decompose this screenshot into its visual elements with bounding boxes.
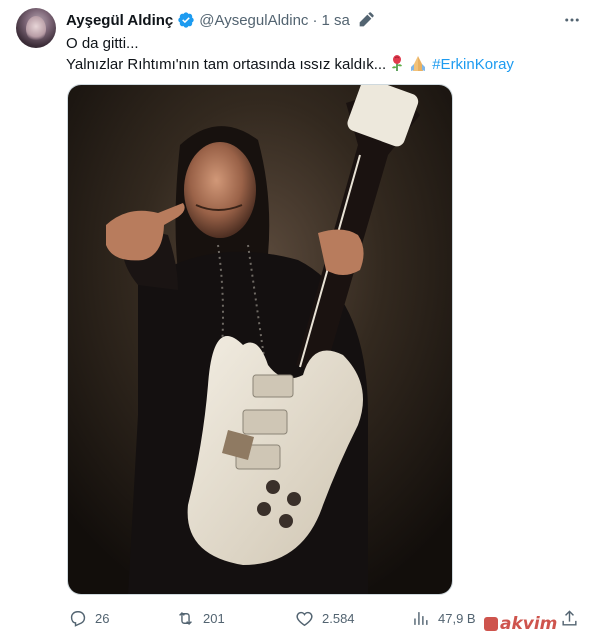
hashtag-link[interactable]: #ErkinKoray	[432, 56, 514, 73]
tweet-photo	[68, 85, 452, 594]
views-count: 47,9 B	[438, 610, 476, 626]
separator-dot: ·	[312, 11, 318, 29]
retweet-button[interactable]: 201	[176, 609, 225, 628]
source-watermark: akvim	[484, 613, 584, 635]
more-dots-icon[interactable]	[560, 10, 584, 30]
retweet-count: 201	[203, 610, 225, 626]
tweet-text-line-2: Yalnızlar Rıhtımı'nın tam ortasında ıssı…	[66, 54, 576, 75]
tweet: Ayşegül Aldinç @AysegulAldinc · 1 sa O d…	[0, 0, 589, 643]
verified-badge-icon	[178, 12, 194, 28]
edited-pencil-icon[interactable]	[358, 12, 374, 28]
heart-icon	[296, 611, 313, 626]
reply-button[interactable]: 26	[68, 609, 109, 628]
tweet-text-line-1: O da gitti...	[66, 35, 139, 52]
retweet-icon	[179, 611, 192, 625]
tweet-timestamp[interactable]: 1 sa	[321, 12, 349, 29]
tweet-text-line-2-content: Yalnızlar Rıhtımı'nın tam ortasında ıssı…	[66, 56, 387, 73]
author-handle[interactable]: @AysegulAldinc	[199, 12, 308, 29]
like-count: 2.584	[322, 610, 355, 626]
avatar[interactable]	[16, 8, 56, 48]
tweet-text: O da gitti... Yalnızlar Rıhtımı'nın tam …	[66, 34, 576, 75]
reply-icon	[70, 610, 86, 627]
rose-emoji-icon	[392, 55, 403, 71]
praying-hands-emoji-icon	[411, 56, 426, 71]
tweet-media-image[interactable]	[67, 84, 453, 595]
watermark-logo-mark	[484, 617, 498, 631]
views-button[interactable]: 47,9 B	[411, 609, 476, 628]
author-name[interactable]: Ayşegül Aldinç	[66, 12, 173, 29]
watermark-text: akvim	[500, 614, 558, 634]
like-button[interactable]: 2.584	[295, 609, 355, 628]
reply-count: 26	[95, 610, 110, 626]
tweet-header: Ayşegül Aldinç @AysegulAldinc · 1 sa	[66, 10, 374, 30]
views-bar-chart-icon	[414, 611, 428, 625]
